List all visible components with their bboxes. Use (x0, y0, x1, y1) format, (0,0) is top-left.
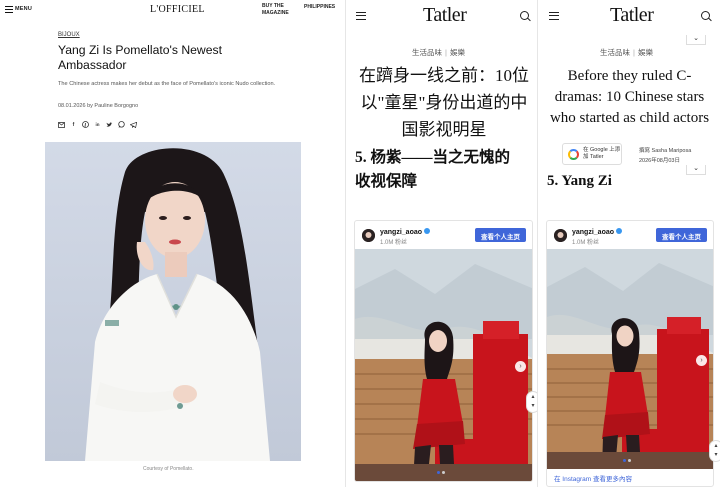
view-profile-button[interactable]: 查看个人主页 (475, 228, 526, 242)
ig-handle-text: yangzi_aoao (380, 229, 423, 236)
carousel-next-icon[interactable]: › (515, 361, 526, 372)
author-line[interactable]: 撰寫 Sasha Mariposa (639, 146, 691, 154)
category-kicker: 生活品味 | 娛樂 (412, 47, 465, 58)
ig-followers: 1.0M 粉丝 (572, 240, 600, 246)
twitter-icon[interactable] (106, 121, 113, 128)
instagram-embed[interactable]: yangzi_aoao 1.0M 粉丝 查看个人主页 (354, 220, 533, 482)
carousel-dot-active (437, 471, 440, 474)
ig-avatar[interactable] (362, 229, 375, 242)
ig-avatar[interactable] (554, 229, 567, 242)
carousel-dot (628, 459, 631, 462)
author-name[interactable]: Pauline Borgogno (94, 103, 138, 109)
buy-magazine-link[interactable]: BUY THE MAGAZINE (262, 3, 302, 16)
search-icon[interactable] (520, 11, 529, 20)
search-icon[interactable] (701, 11, 710, 20)
kicker-lifestyle[interactable]: 生活品味 (412, 48, 442, 57)
category-link[interactable]: BIJOUX (58, 32, 80, 38)
tatler-logo[interactable]: Tatler (610, 4, 654, 27)
article-title: Yang Zi Is Pomellato's Newest Ambassador (58, 43, 222, 72)
verified-badge-icon (616, 228, 623, 234)
carousel-dots (437, 471, 445, 474)
ig-post-photo[interactable]: › (547, 249, 713, 469)
whatsapp-icon[interactable] (118, 121, 125, 128)
carousel-dot-active (623, 459, 626, 462)
kicker-entertainment[interactable]: 娛樂 (450, 48, 465, 57)
google-chip-label: 在 Google 上添加 Tatler (583, 147, 621, 160)
google-icon (568, 149, 579, 160)
byline: 08.01.2026 by Pauline Borgogno (58, 103, 138, 109)
article-headline: 在躋身一线之前：10位以"童星"身份出道的中国影视明星 (359, 66, 529, 139)
region-selector[interactable]: PHILIPPINES (304, 4, 335, 10)
tatler-english-panel: Tatler ⌄ 生活品味 | 娛樂 Before they ruled C-dra… (537, 0, 720, 487)
tatler-chinese-panel: Tatler 生活品味 | 娛樂 在躋身一线之前：10位以"童星"身份出道的中国影视… (345, 0, 537, 487)
article-headline: Before they ruled C-dramas: 10 Chinese s… (549, 68, 710, 126)
collapse-chevron-icon[interactable]: ⌄ (686, 35, 706, 45)
verified-badge-icon (424, 228, 431, 234)
kicker-separator: | (445, 48, 447, 57)
section-heading: 5. 杨紫——当之无愧的收视保障 (355, 149, 511, 190)
add-on-google-button[interactable]: 在 Google 上添加 Tatler (562, 143, 622, 165)
mail-icon[interactable] (58, 121, 65, 128)
view-profile-button[interactable]: 查看个人主页 (656, 228, 707, 242)
instagram-embed[interactable]: yangzi_aoao 1.0M 粉丝 查看个人主页 (546, 220, 714, 487)
menu-icon[interactable] (5, 6, 13, 13)
ig-post-photo[interactable]: › (355, 249, 532, 481)
telegram-icon[interactable] (130, 121, 137, 128)
lofficiel-article-panel: MENU L'OFFICIEL BUY THE MAGAZINE PHILIPP… (0, 0, 345, 487)
carousel-dots (623, 459, 631, 462)
scroll-toggle-icon[interactable]: ▴ ▾ (526, 391, 537, 413)
facebook-icon[interactable]: f (70, 121, 77, 128)
hamburger-menu-icon[interactable] (549, 12, 559, 20)
ig-handle[interactable]: yangzi_aoao (572, 228, 623, 236)
article-hero-photo (45, 142, 301, 461)
scroll-toggle-icon[interactable]: ▴ ▾ (709, 440, 720, 462)
ig-handle[interactable]: yangzi_aoao (380, 228, 431, 236)
menu-button[interactable]: MENU (15, 6, 32, 12)
ig-handle-text: yangzi_aoao (572, 229, 615, 236)
carousel-dot (442, 471, 445, 474)
kicker-lifestyle[interactable]: 生活品味 (600, 48, 630, 57)
view-more-on-instagram-link[interactable]: 在 Instagram 查看更多內容 (554, 473, 632, 483)
kicker-separator: | (633, 48, 635, 57)
article-date: 08.01.2026 (58, 103, 86, 109)
share-bar: f in (58, 121, 137, 128)
article-dek: The Chinese actress makes her debut as t… (58, 81, 276, 87)
hamburger-menu-icon[interactable] (356, 12, 366, 20)
tatler-logo[interactable]: Tatler (423, 4, 467, 27)
ig-followers: 1.0M 粉丝 (380, 240, 408, 246)
carousel-next-icon[interactable]: › (696, 355, 707, 366)
byline-prefix: by (87, 103, 93, 109)
linkedin-icon[interactable]: in (94, 121, 101, 128)
kicker-entertainment[interactable]: 娛樂 (638, 48, 653, 57)
category-kicker: 生活品味 | 娛樂 (600, 47, 653, 58)
photo-caption: Courtesy of Pomellato. (143, 466, 194, 472)
site-logo[interactable]: L'OFFICIEL (150, 4, 205, 15)
pinterest-icon[interactable] (82, 121, 89, 128)
expand-chevron-icon[interactable]: ⌄ (686, 165, 706, 175)
site-header: MENU L'OFFICIEL BUY THE MAGAZINE PHILIPP… (0, 0, 345, 20)
section-heading: 5. Yang Zi (547, 173, 612, 189)
article-date: 2026年08月03日 (639, 158, 680, 164)
